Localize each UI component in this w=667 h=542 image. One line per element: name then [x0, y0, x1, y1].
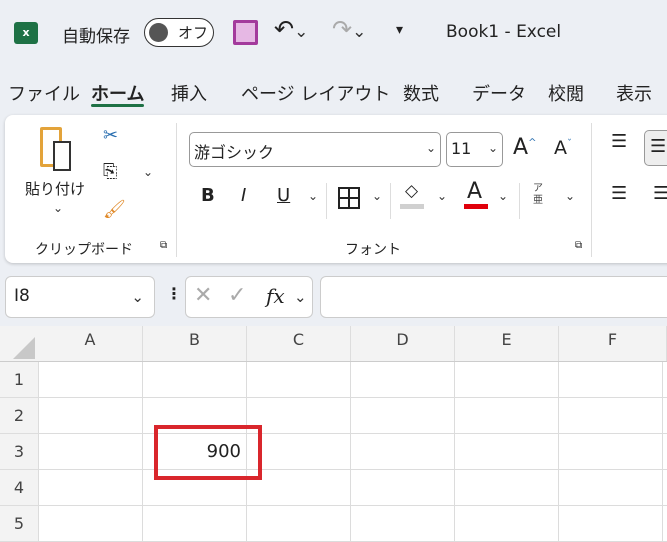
fill-color-icon[interactable]: ◇ — [405, 181, 418, 201]
tab-formulas[interactable]: 数式 — [403, 80, 439, 106]
tab-page-layout[interactable]: ページ レイアウト — [241, 80, 390, 106]
align-center-icon[interactable]: ☰ — [653, 183, 667, 204]
cell-grid[interactable] — [38, 362, 667, 542]
bold-button[interactable]: B — [201, 185, 215, 206]
formula-bar-handle-icon[interactable]: ⋮ — [166, 284, 182, 303]
active-tab-underline — [91, 104, 144, 107]
align-top-icon[interactable]: ☰ — [611, 131, 627, 152]
insert-function-button[interactable]: fx — [266, 284, 285, 308]
font-size-value: 11 — [451, 139, 472, 158]
phonetic-button[interactable]: ア亜 — [533, 183, 543, 207]
font-launcher-icon[interactable]: ⧉ — [575, 240, 582, 251]
row-header-4[interactable]: 4 — [0, 470, 38, 506]
formula-input[interactable] — [320, 276, 667, 318]
phonetic-dropdown-icon[interactable]: ⌄ — [565, 189, 575, 203]
row-header-1[interactable]: 1 — [0, 362, 38, 398]
tab-insert[interactable]: 挿入 — [171, 80, 207, 106]
formula-expand-icon[interactable]: ⌄ — [294, 288, 307, 306]
highlight-annotation — [154, 425, 262, 480]
fill-color-dropdown-icon[interactable]: ⌄ — [437, 189, 447, 203]
align-left-icon[interactable]: ☰ — [611, 183, 627, 204]
italic-button[interactable]: I — [241, 185, 246, 206]
underline-button[interactable]: U — [277, 185, 290, 206]
row-header-5[interactable]: 5 — [0, 506, 38, 542]
borders-icon[interactable] — [338, 187, 360, 209]
tab-review[interactable]: 校閲 — [548, 80, 584, 106]
tab-file[interactable]: ファイル — [8, 80, 80, 106]
tab-view[interactable]: 表示 — [616, 80, 652, 106]
excel-logo-icon: x — [14, 22, 38, 44]
font-group-label: フォント — [345, 242, 401, 258]
enter-icon[interactable]: ✓ — [228, 283, 246, 308]
save-icon[interactable] — [233, 20, 258, 45]
tab-home[interactable]: ホーム — [91, 80, 144, 106]
clipboard-launcher-icon[interactable]: ⧉ — [160, 240, 167, 251]
paste-button[interactable]: 貼り付け — [25, 178, 85, 199]
column-header-d[interactable]: D — [351, 326, 455, 362]
name-box-value: I8 — [14, 286, 30, 306]
cut-icon[interactable]: ✂ — [103, 125, 118, 146]
autosave-toggle[interactable]: オフ — [144, 18, 214, 47]
undo-icon[interactable]: ↶⌄ — [274, 15, 308, 43]
select-all-button[interactable] — [0, 326, 38, 362]
column-header-f[interactable]: F — [559, 326, 667, 362]
format-painter-icon[interactable]: 🖌 — [103, 199, 126, 220]
column-header-a[interactable]: A — [38, 326, 143, 362]
underline-dropdown-icon[interactable]: ⌄ — [308, 189, 318, 203]
copy-dropdown-icon[interactable]: ⌄ — [143, 165, 153, 179]
font-color-button[interactable]: A — [467, 179, 482, 204]
autosave-label: 自動保存 — [62, 27, 130, 47]
paste-dropdown-icon[interactable]: ⌄ — [53, 201, 63, 215]
borders-dropdown-icon[interactable]: ⌄ — [372, 189, 382, 203]
column-header-e[interactable]: E — [455, 326, 559, 362]
ribbon: 貼り付け ⌄ ✂ ⎘ ⌄ 🖌 クリップボード ⧉ 游ゴシック ⌄ 11 ⌄ A^ A… — [5, 115, 667, 263]
clipboard-group-label: クリップボード — [35, 242, 133, 258]
font-color-dropdown-icon[interactable]: ⌄ — [498, 189, 508, 203]
font-size-select[interactable]: 11 ⌄ — [446, 132, 503, 167]
font-name-value: 游ゴシック — [194, 143, 275, 162]
align-middle-button[interactable]: ☰ — [644, 130, 667, 166]
formula-buttons: ✕ ✓ fx ⌄ — [185, 276, 313, 318]
tab-data[interactable]: データ — [472, 80, 526, 106]
font-name-select[interactable]: 游ゴシック ⌄ — [189, 132, 441, 167]
row-header-2[interactable]: 2 — [0, 398, 38, 434]
redo-icon[interactable]: ↷⌄ — [332, 15, 366, 43]
column-header-c[interactable]: C — [247, 326, 351, 362]
customize-qat-icon[interactable]: ▾ — [396, 22, 403, 38]
column-header-b[interactable]: B — [143, 326, 247, 362]
cancel-icon[interactable]: ✕ — [194, 283, 212, 308]
row-header-3[interactable]: 3 — [0, 434, 38, 470]
shrink-font-button[interactable]: Aˇ — [554, 137, 572, 159]
name-box[interactable]: I8 ⌄ — [5, 276, 155, 318]
grow-font-button[interactable]: A^ — [513, 135, 536, 160]
autosave-state: オフ — [178, 24, 209, 42]
copy-icon[interactable]: ⎘ — [103, 161, 117, 182]
window-title: Book1 - Excel — [446, 22, 562, 42]
